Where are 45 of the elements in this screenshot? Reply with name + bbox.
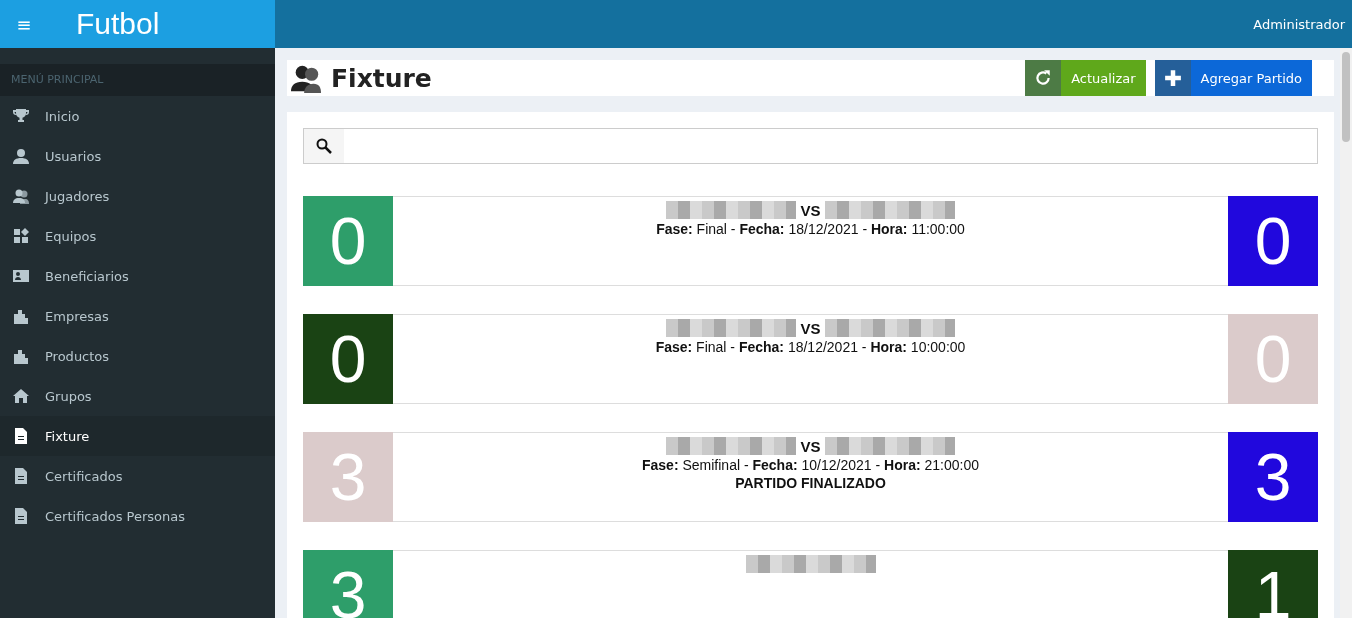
sidebar-item[interactable]: Empresas — [0, 296, 275, 336]
match-details: Fase: Final - Fecha: 18/12/2021 - Hora: 10:00:00 — [655, 339, 966, 355]
sidebar-item[interactable]: Grupos — [0, 376, 275, 416]
sidebar-item[interactable]: Jugadores — [0, 176, 275, 216]
sidebar-item[interactable]: Productos — [0, 336, 275, 376]
sidebar-item[interactable]: Inicio — [0, 96, 275, 136]
document-icon — [13, 468, 29, 484]
building-icon — [13, 348, 29, 364]
search-icon — [316, 138, 332, 154]
score-box: 0 — [303, 314, 393, 404]
match-status: PARTIDO FINALIZADO — [735, 475, 886, 491]
add-button[interactable]: Agregar Partido — [1154, 60, 1312, 96]
building-icon — [13, 308, 29, 324]
users-icon — [13, 188, 29, 204]
page-title: Fixture — [331, 63, 433, 93]
plus-icon — [1163, 69, 1182, 87]
user-icon — [13, 148, 29, 164]
score-box: 3 — [1228, 432, 1318, 522]
user-name[interactable]: Administrador — [1253, 16, 1345, 32]
versus-label: VS — [800, 437, 821, 455]
house-icon — [13, 388, 29, 404]
match-details: Fase: Final - Fecha: 18/12/2021 - Hora: 11:00:00 — [656, 221, 965, 237]
trophy-icon — [13, 108, 29, 124]
sidebar-item[interactable]: Fixture — [0, 416, 275, 456]
blocks-icon — [13, 228, 29, 244]
document-icon — [13, 428, 29, 444]
score-box: 0 — [303, 196, 393, 286]
sidebar-item[interactable]: Beneficiarios — [0, 256, 275, 296]
sidebar-item[interactable]: Usuarios — [0, 136, 275, 176]
score-box: 1 — [1228, 550, 1318, 618]
versus-label: VS — [800, 201, 821, 219]
score-box: 0 — [1228, 196, 1318, 286]
sidebar-header: MENÚ PRINCIPAL — [0, 64, 275, 96]
versus-label: VS — [800, 319, 821, 337]
users-icon — [291, 63, 321, 93]
sidebar-item[interactable]: Certificados Personas — [0, 496, 275, 536]
id-card-icon — [13, 268, 29, 284]
sidebar-item[interactable]: Certificados — [0, 456, 275, 496]
refresh-icon — [1034, 69, 1053, 87]
sidebar-item[interactable]: Equipos — [0, 216, 275, 256]
document-icon — [13, 508, 29, 524]
match-details: Fase: Semifinal - Fecha: 10/12/2021 - Hora: 21:00:00 — [642, 457, 979, 473]
scrollbar[interactable] — [1340, 48, 1352, 618]
search-field[interactable] — [303, 128, 1318, 164]
brand-name: Futbol — [76, 7, 160, 41]
